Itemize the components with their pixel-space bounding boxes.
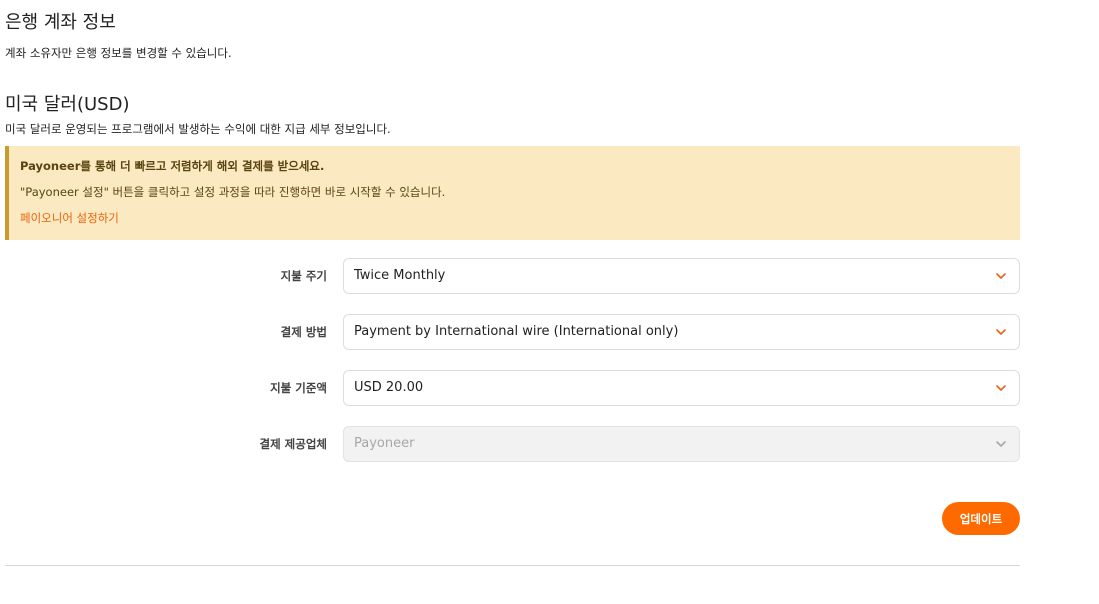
currency-section-title: 미국 달러(USD) [5, 94, 130, 115]
payment-threshold-value: USD 20.00 [354, 380, 424, 395]
payment-frequency-row: 지불 주기 Twice Monthly [0, 258, 1099, 294]
setup-payoneer-link[interactable]: 페이오니어 설정하기 [20, 210, 119, 226]
chevron-down-icon [995, 327, 1007, 337]
bank-section-description: 계좌 소유자만 은행 정보를 변경할 수 있습니다. [5, 46, 232, 60]
payment-frequency-label: 지불 주기 [280, 269, 327, 283]
currency-section-description: 미국 달러로 운영되는 프로그램에서 발생하는 수익에 대한 지급 세부 정보입… [5, 122, 391, 136]
payment-frequency-select[interactable]: Twice Monthly [343, 258, 1020, 294]
chevron-down-icon [995, 383, 1007, 393]
chevron-down-icon [995, 439, 1007, 449]
payment-provider-label: 결제 제공업체 [259, 437, 327, 451]
payment-provider-value: Payoneer [354, 436, 415, 451]
payment-threshold-label: 지불 기준액 [270, 381, 327, 395]
notice-title: Payoneer를 통해 더 빠르고 저렴하게 해외 결제를 받으세요. [20, 159, 325, 173]
payment-method-label: 결제 방법 [280, 325, 327, 339]
payment-threshold-select[interactable]: USD 20.00 [343, 370, 1020, 406]
payment-frequency-value: Twice Monthly [354, 268, 446, 283]
payoneer-notice: Payoneer를 통해 더 빠르고 저렴하게 해외 결제를 받으세요. "Pa… [5, 146, 1020, 240]
payment-provider-row: 결제 제공업체 Payoneer [0, 426, 1099, 462]
payment-threshold-row: 지불 기준액 USD 20.00 [0, 370, 1099, 406]
payment-method-row: 결제 방법 Payment by International wire (Int… [0, 314, 1099, 350]
notice-body: "Payoneer 설정" 버튼을 클릭하고 설정 과정을 따라 진행하면 바로… [20, 185, 446, 199]
payment-method-value: Payment by International wire (Internati… [354, 324, 679, 339]
chevron-down-icon [995, 271, 1007, 281]
update-button[interactable]: 업데이트 [942, 502, 1020, 535]
payment-method-select[interactable]: Payment by International wire (Internati… [343, 314, 1020, 350]
payment-provider-select: Payoneer [343, 426, 1020, 462]
section-divider [5, 565, 1020, 566]
bank-section-title: 은행 계좌 정보 [5, 12, 116, 33]
bank-account-page: 은행 계좌 정보 계좌 소유자만 은행 정보를 변경할 수 있습니다. 미국 달… [0, 0, 1099, 604]
